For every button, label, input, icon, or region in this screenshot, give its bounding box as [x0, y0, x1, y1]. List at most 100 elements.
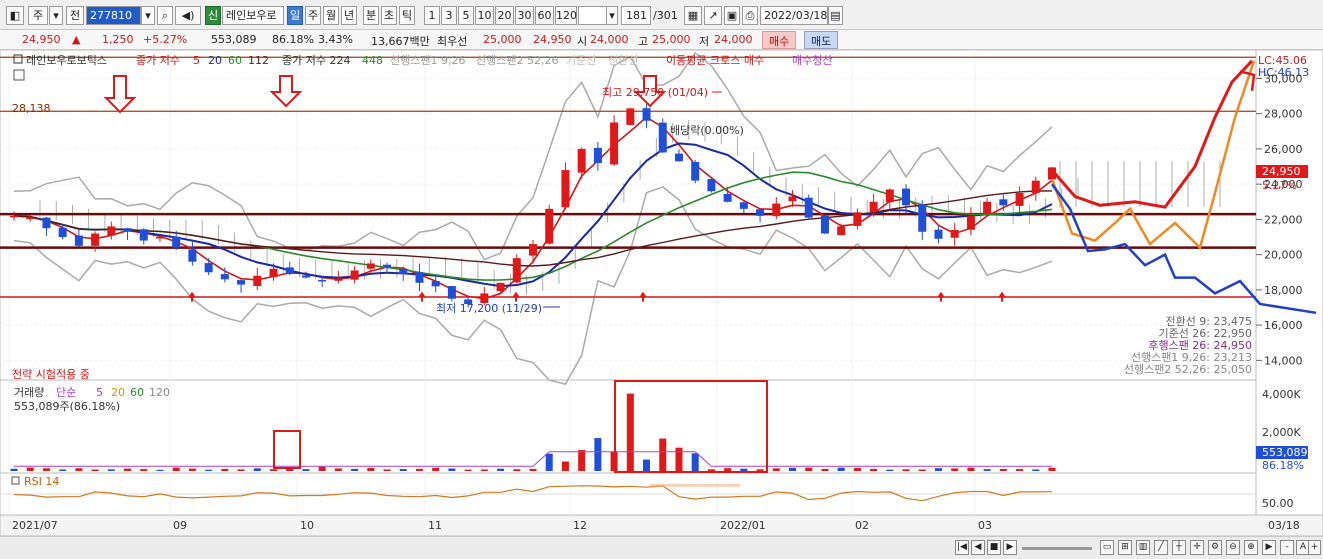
candle-body — [139, 229, 148, 241]
chart-area[interactable]: 레인보우로보틱스 종가 저수 5 20 60 112 종가 저수 224 448… — [0, 49, 1323, 537]
sell-button[interactable]: 매도 — [804, 31, 839, 49]
candle-body — [545, 208, 554, 244]
price-chart-svg[interactable]: 레인보우로보틱스 종가 저수 5 20 60 112 종가 저수 224 448… — [0, 49, 1323, 537]
open-price: 24,000 — [590, 33, 629, 46]
draw-tool-icon[interactable]: ↗ — [704, 6, 722, 25]
candle-body — [1031, 180, 1040, 193]
scroll-first-icon[interactable]: |◀ — [955, 540, 969, 555]
grid-icon[interactable]: ▦ — [684, 6, 702, 25]
line-chart-icon[interactable]: ╱ — [1154, 540, 1168, 555]
candle-body — [431, 280, 440, 287]
volume-bar — [805, 467, 813, 471]
time-tick-label: 12 — [573, 519, 587, 532]
period-tab-4[interactable]: 분 — [363, 6, 379, 25]
bar-chart-icon[interactable]: ▥ — [1136, 540, 1150, 555]
candle-body — [383, 264, 392, 267]
candle-body — [756, 209, 765, 216]
current-price-tag-text: 24,950 — [1262, 165, 1301, 178]
volume-bar — [1048, 467, 1056, 471]
stock-name-field[interactable]: 레인보우로 — [222, 6, 284, 25]
period-tab-1[interactable]: 주 — [305, 6, 321, 25]
settings-icon[interactable]: ⚙ — [1208, 540, 1222, 555]
period-tab-5[interactable]: 초 — [381, 6, 397, 25]
interval-button-5[interactable]: 5 — [458, 6, 474, 25]
save-icon[interactable]: ▣ — [724, 6, 740, 25]
best-ask-label: 최우선 — [437, 35, 468, 48]
calendar-icon[interactable]: ▤ — [828, 6, 843, 25]
legend-ma60: 60 — [228, 54, 242, 67]
interval-button-20[interactable]: 20 — [495, 6, 514, 25]
legend-ma-label: 종가 저수 — [136, 54, 180, 67]
candle-body — [593, 147, 602, 164]
zoom-in-icon[interactable]: ⊞ — [1118, 540, 1132, 555]
legend-span2: 선행스팬2 52,26 — [476, 54, 558, 67]
chevron-down-icon[interactable]: ▾ — [141, 6, 155, 25]
candle-body — [74, 235, 83, 246]
stock-code-input[interactable]: 277810 — [86, 6, 141, 25]
candle-icon[interactable]: ┼ — [1172, 540, 1186, 555]
market-select[interactable]: 주 — [28, 6, 48, 25]
candle-body — [869, 201, 878, 213]
candle-body — [123, 228, 132, 232]
print-icon[interactable]: ⎙ — [742, 6, 758, 25]
speaker-icon[interactable]: ◀) — [175, 6, 201, 25]
stop-icon[interactable]: ■ — [987, 540, 1001, 555]
volume-bar — [124, 468, 132, 471]
time-tick-label: 09 — [173, 519, 187, 532]
chevron-down-icon[interactable]: ▾ — [606, 6, 618, 25]
scroll-left-icon[interactable]: ◀ — [971, 540, 985, 555]
period-tab-3[interactable]: 년 — [341, 6, 357, 25]
play-icon[interactable]: ▶ — [1262, 540, 1276, 555]
candle-body — [885, 189, 894, 203]
period-tab-2[interactable]: 월 — [323, 6, 339, 25]
candle-body — [804, 197, 813, 218]
interval-button-3[interactable]: 3 — [441, 6, 457, 25]
buy-button[interactable]: 매수 — [762, 31, 797, 49]
volume-bar — [270, 469, 277, 471]
date-input[interactable]: 2022/03/18 — [760, 6, 828, 25]
interval-button-120[interactable]: 120 — [555, 6, 577, 25]
interval-button-60[interactable]: 60 — [535, 6, 554, 25]
search-icon[interactable]: ⌕ — [157, 6, 173, 25]
chart-nav-bar: |◀ ◀ ■ ▶ ▭ ⊞ ▥ ╱ ┼ ✛ ⚙ ⊖ ⊕ ▶ - A + — [0, 536, 1323, 559]
volume-ma-label: 단순 — [56, 386, 76, 399]
interval-button-1[interactable]: 1 — [424, 6, 440, 25]
prev-button[interactable]: 전 — [66, 6, 84, 25]
time-axis-end: 03/18 — [1268, 519, 1300, 532]
volume-bar — [140, 469, 148, 471]
volume-bar — [561, 461, 569, 471]
zoom-slider[interactable] — [1022, 547, 1092, 550]
volume-bar — [999, 469, 1007, 471]
high-price: 25,000 — [652, 33, 691, 46]
crosshair-icon[interactable]: ✛ — [1190, 540, 1204, 555]
rsi-overbought-fill — [650, 483, 740, 487]
period-tab-6[interactable]: 틱 — [399, 6, 415, 25]
period-tab-0[interactable]: 일 — [287, 6, 303, 25]
volume-bar — [1016, 469, 1024, 471]
volume-bar — [237, 469, 245, 471]
chevron-down-icon[interactable]: ▾ — [49, 6, 63, 25]
interval-button-30[interactable]: 30 — [515, 6, 534, 25]
volume-bar — [821, 468, 829, 471]
count-input[interactable]: 181 — [621, 6, 651, 25]
zoom-out-icon[interactable]: ▭ — [1100, 540, 1114, 555]
turnover-rate: 3.43% — [318, 33, 353, 46]
legend-stock-name: 레인보우로보틱스 — [26, 54, 107, 67]
volume-value: 553,089 — [211, 33, 257, 46]
font-plus-icon[interactable]: + — [1308, 540, 1321, 555]
candle-body — [626, 108, 635, 125]
candle-body — [723, 193, 732, 202]
interval-button-10[interactable]: 10 — [475, 6, 494, 25]
volume-bar — [967, 467, 975, 471]
candle-body — [983, 201, 992, 215]
volume-bar — [75, 468, 83, 471]
magnify-plus-icon[interactable]: ⊕ — [1244, 540, 1258, 555]
scroll-right-icon[interactable]: ▶ — [1003, 540, 1017, 555]
magnify-minus-icon[interactable]: ⊖ — [1226, 540, 1240, 555]
legend-ma112: 112 — [248, 54, 269, 67]
volume-ma20: 20 — [111, 386, 125, 399]
font-minus-icon[interactable]: - — [1280, 540, 1294, 555]
volume-bar — [415, 468, 423, 471]
window-menu-icon[interactable]: ◧ — [6, 6, 24, 25]
volume-bar — [675, 447, 683, 471]
